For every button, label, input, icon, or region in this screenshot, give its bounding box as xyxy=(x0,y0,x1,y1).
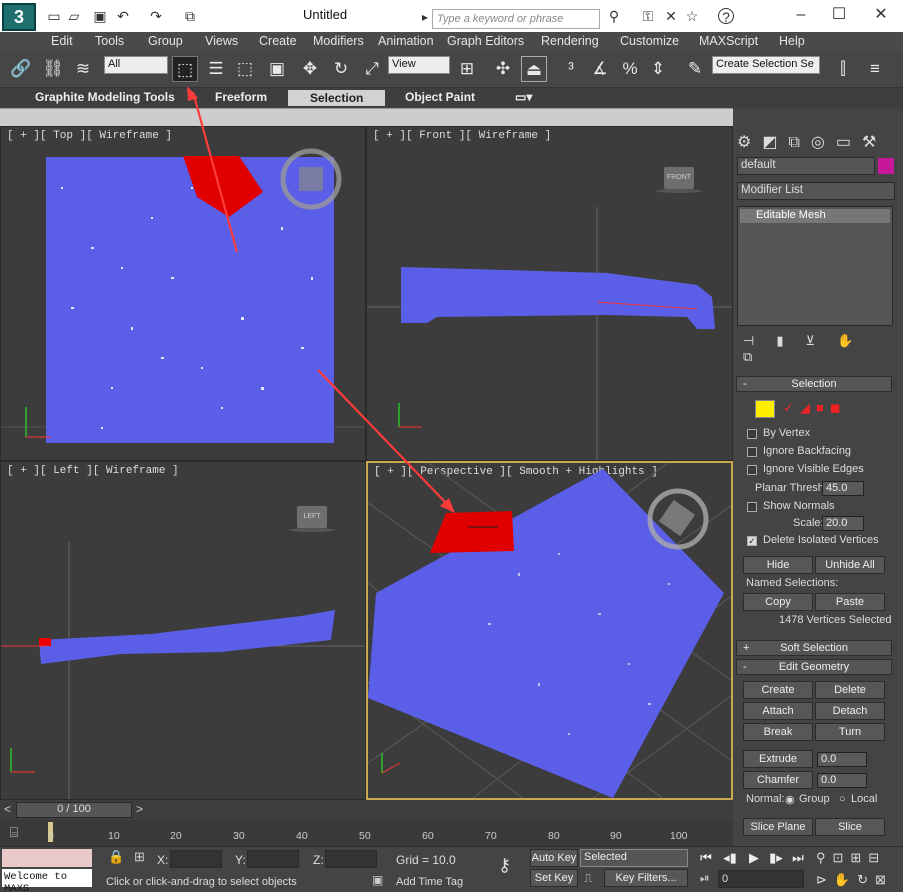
go-to-start-icon[interactable]: ⏮ xyxy=(696,849,716,867)
normal-local-radio[interactable]: ○ xyxy=(839,793,846,805)
add-time-tag[interactable]: Add Time Tag xyxy=(396,876,463,888)
x-coordinate-field[interactable] xyxy=(170,850,222,868)
absolute-mode-icon[interactable]: ⊞ xyxy=(134,849,145,865)
set-key-button[interactable]: Set Key xyxy=(530,869,578,887)
copy-button[interactable]: Copy xyxy=(743,593,813,611)
mini-curve-editor-icon[interactable]: ⌸ xyxy=(10,824,18,841)
soft-selection-rollout-header[interactable]: + Soft Selection xyxy=(736,640,892,656)
previous-frame-icon[interactable]: ◂▮ xyxy=(720,849,740,867)
key-filters-button[interactable]: Key Filters... xyxy=(604,869,688,887)
subobject-modes[interactable]: ✓◢■◼ xyxy=(783,400,847,416)
hide-button[interactable]: Hide xyxy=(743,556,813,574)
next-frame-icon[interactable]: ▮▸ xyxy=(766,849,786,867)
planar-thresh-spinner[interactable]: 45.0 xyxy=(822,481,864,496)
timeslider-prev-icon[interactable]: < xyxy=(4,802,14,818)
auto-key-button[interactable]: Auto Key xyxy=(530,849,578,867)
go-to-end-icon[interactable]: ⏭ xyxy=(788,849,808,867)
z-coordinate-field[interactable] xyxy=(325,850,377,868)
slice-plane-button[interactable]: Slice Plane xyxy=(743,818,813,836)
delete-button[interactable]: Delete xyxy=(815,681,885,699)
maxscript-listener[interactable]: Welcome to MAXS xyxy=(2,869,92,892)
lock-icon[interactable]: 🔒 xyxy=(108,849,124,865)
chamfer-button[interactable]: Chamfer xyxy=(743,771,813,789)
modifier-stack: Editable Mesh xyxy=(737,206,893,326)
normals-scale-spinner[interactable]: 20.0 xyxy=(822,516,864,531)
viewport-nav-top[interactable]: ⚲⊡⊞⊟ xyxy=(816,850,886,866)
key-set-select[interactable]: Selected xyxy=(580,849,688,867)
track-bar[interactable]: ⌸ 0 10 20 30 40 50 60 70 80 90 100 xyxy=(0,820,733,846)
turn-button[interactable]: Turn xyxy=(815,723,885,741)
break-button[interactable]: Break xyxy=(743,723,813,741)
time-slider-bar: < 0 / 100 > xyxy=(0,800,733,820)
timeslider-next-icon[interactable]: > xyxy=(136,802,146,818)
key-mode-icon[interactable]: ⏯ xyxy=(700,871,710,886)
command-panel: ⚙◩⧉◎▭⚒ default Modifier List Editable Me… xyxy=(733,126,903,806)
current-frame-field[interactable]: 0 xyxy=(718,870,804,888)
modifier-list-select[interactable]: Modifier List xyxy=(737,182,895,200)
normal-group-radio[interactable]: ◉ xyxy=(785,793,795,806)
by-vertex-checkbox[interactable] xyxy=(747,429,757,439)
ignore-backfacing-checkbox[interactable] xyxy=(747,447,757,457)
stack-item-editable-mesh[interactable]: Editable Mesh xyxy=(740,209,890,223)
unhide-all-button[interactable]: Unhide All xyxy=(815,556,885,574)
time-tag-icon[interactable]: ▣ xyxy=(372,873,383,887)
command-panel-tabs[interactable]: ⚙◩⧉◎▭⚒ xyxy=(737,132,897,152)
edit-geometry-rollout-header[interactable]: - Edit Geometry xyxy=(736,659,892,675)
default-tangent-icon[interactable]: ⎍ xyxy=(584,871,592,886)
vertex-mode-icon[interactable] xyxy=(755,400,775,418)
play-icon[interactable]: ▶ xyxy=(744,849,764,867)
extrude-button[interactable]: Extrude xyxy=(743,750,813,768)
slice-button[interactable]: Slice xyxy=(815,818,885,836)
object-color-swatch[interactable] xyxy=(878,158,894,174)
status-bar: Welcome to MAXS 🔒 ⊞ X: Y: Z: Grid = 10.0… xyxy=(0,846,903,892)
ignore-visible-edges-checkbox[interactable] xyxy=(747,465,757,475)
y-coordinate-field[interactable] xyxy=(247,850,299,868)
extrude-spinner[interactable]: 0.0 xyxy=(817,752,867,767)
grid-size: Grid = 10.0 xyxy=(396,853,456,867)
delete-isolated-checkbox[interactable]: ✓ xyxy=(747,536,757,546)
detach-button[interactable]: Detach xyxy=(815,702,885,720)
selection-status: 1478 Vertices Selected xyxy=(779,614,892,626)
paste-button[interactable]: Paste xyxy=(815,593,885,611)
maxscript-listener-top[interactable] xyxy=(2,849,92,867)
attach-button[interactable]: Attach xyxy=(743,702,813,720)
set-key-icon[interactable]: ⚷ xyxy=(498,855,511,876)
prompt-line: Click or click-and-drag to select object… xyxy=(106,876,297,888)
chamfer-spinner[interactable]: 0.0 xyxy=(817,773,867,788)
viewport-nav-bottom[interactable]: ⊳✋↻⊠ xyxy=(816,872,893,888)
show-normals-checkbox[interactable] xyxy=(747,502,757,512)
stack-tools[interactable]: ⊣▮⊻✋⧉ xyxy=(743,333,893,364)
object-name-field[interactable]: default xyxy=(737,157,875,175)
selection-rollout-header[interactable]: - Selection xyxy=(736,376,892,392)
time-slider-thumb[interactable]: 0 / 100 xyxy=(16,802,132,818)
create-button[interactable]: Create xyxy=(743,681,813,699)
